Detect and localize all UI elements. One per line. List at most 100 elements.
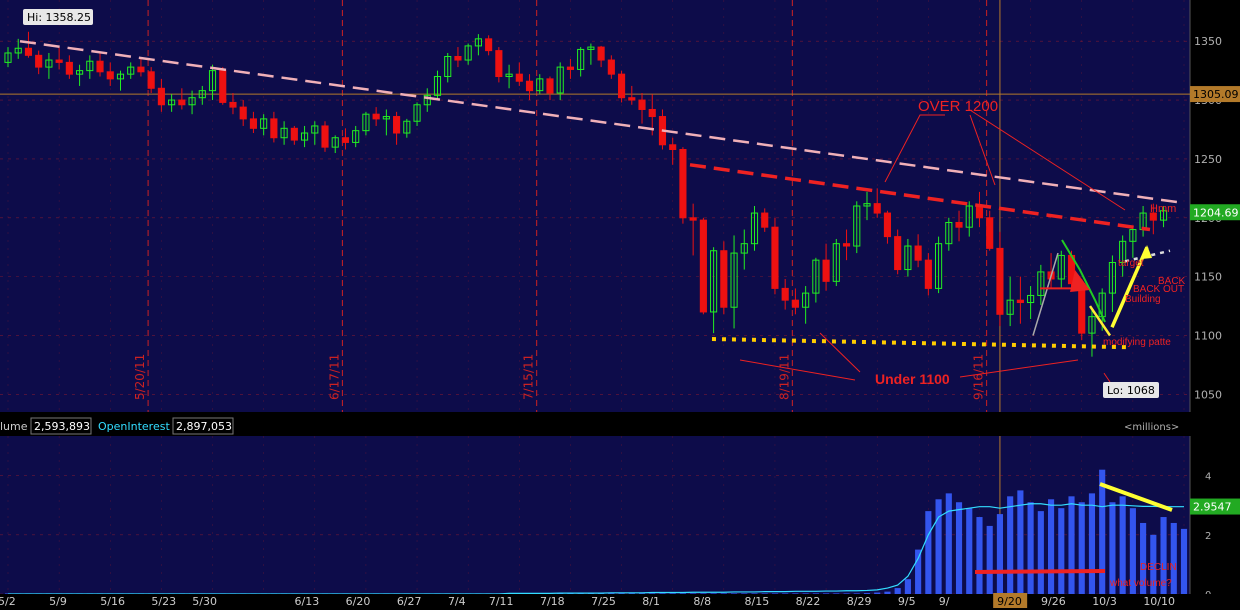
cross-value-label: 1305.09 <box>1193 88 1239 101</box>
candle-body <box>781 287 789 301</box>
price-tick-label: 1150 <box>1194 271 1222 284</box>
volume-bar <box>771 593 779 594</box>
candle-body <box>178 99 186 106</box>
candle-body <box>617 73 626 99</box>
candle-body <box>761 212 769 228</box>
chart-svg: 13501300125012001150110010505/20/116/17/… <box>0 0 1240 610</box>
volume-bar <box>1047 499 1055 594</box>
candle-body <box>147 71 155 89</box>
candle-body <box>393 116 401 134</box>
candle-body <box>607 59 615 75</box>
volume-bar <box>894 588 901 594</box>
volume-bar <box>802 593 809 594</box>
candle-body <box>924 259 932 289</box>
price-tick-label: 1100 <box>1194 329 1222 342</box>
candle-body <box>55 59 63 63</box>
volume-bar <box>700 593 707 594</box>
volume-bar <box>935 499 942 594</box>
candle-body <box>106 71 114 80</box>
x-tick-label: 5/9 <box>49 595 67 608</box>
candle-body <box>842 243 851 247</box>
annotation-building: Building <box>1125 294 1161 305</box>
price-tick-label: 1250 <box>1194 153 1222 166</box>
candle-body <box>515 73 523 82</box>
volume-bar <box>955 502 963 594</box>
x-tick-label: 6/20 <box>346 595 371 608</box>
volume-bar <box>628 593 635 594</box>
volume-bar <box>863 593 871 594</box>
x-tick-label: 9/5 <box>898 595 916 608</box>
candle-body <box>883 212 892 238</box>
volume-bar <box>659 593 666 594</box>
volume-bar <box>843 593 850 594</box>
candle-body <box>24 47 33 56</box>
volume-bar <box>1088 493 1096 594</box>
x-tick-label: 7/25 <box>591 595 616 608</box>
candle-body <box>96 60 104 73</box>
volume-bar <box>925 511 932 594</box>
volume-bar <box>679 593 686 594</box>
volume-bar <box>638 593 646 594</box>
candle-body <box>219 70 227 103</box>
candle-body <box>229 101 237 108</box>
x-tick-label: 7/11 <box>489 595 514 608</box>
candle-body <box>597 46 605 61</box>
x-tick-label: 5/23 <box>151 595 176 608</box>
annotation-modifying: modifying patte <box>1103 337 1171 348</box>
volume-bar <box>833 593 840 594</box>
volume-bar <box>608 593 615 594</box>
candle-body <box>986 217 994 249</box>
x-tick-label: 10/10 <box>1143 595 1175 608</box>
volume-bar <box>690 593 697 594</box>
volume-bar <box>792 593 799 594</box>
candle-body <box>270 118 278 139</box>
x-tick-label: 9/26 <box>1041 595 1066 608</box>
x-tick-label: 5/16 <box>100 595 125 608</box>
x-tick-label: 8/22 <box>796 595 821 608</box>
annotation-target: target <box>1118 258 1144 269</box>
annotation-over-1200: OVER 1200 <box>918 98 998 115</box>
month-date-label: 8/19/11 <box>777 354 791 400</box>
x-tick-label: 6/13 <box>295 595 320 608</box>
volume-tick-label: 2 <box>1205 531 1211 542</box>
month-date-label: 9/16/11 <box>972 354 986 400</box>
volume-bar <box>812 593 819 594</box>
candle-body <box>822 259 830 282</box>
volume-bar <box>1027 502 1034 594</box>
last-price-label: 1204.69 <box>1193 206 1239 219</box>
candle-body <box>157 87 165 106</box>
volume-bar <box>730 593 738 594</box>
candle-body <box>955 221 963 228</box>
open-interest-value: 2,897,053 <box>176 420 232 433</box>
volume-bar <box>720 593 727 594</box>
candle-body <box>771 226 779 289</box>
open-interest-header-label: OpenInterest <box>98 420 170 433</box>
volume-bar <box>649 593 656 594</box>
candle-body <box>35 54 43 68</box>
volume-bar <box>996 514 1003 594</box>
candle-body <box>699 219 707 313</box>
volume-bar <box>1068 496 1075 594</box>
volume-bar <box>710 593 717 594</box>
volume-bar <box>618 593 625 594</box>
candle-body <box>372 113 380 120</box>
x-axis-highlight-label: 9/20 <box>997 595 1022 608</box>
volume-bar <box>782 593 789 594</box>
volume-bar <box>1007 496 1014 594</box>
volume-bar <box>986 525 993 594</box>
volume-bar <box>1078 502 1085 594</box>
candle-body <box>1016 299 1024 304</box>
chart-window: 13501300125012001150110010505/20/116/17/… <box>0 0 1240 610</box>
candle-body <box>873 203 881 214</box>
candle-body <box>321 125 329 148</box>
candle-body <box>454 56 462 61</box>
volume-bar <box>853 593 860 594</box>
volume-value: 2,593,893 <box>34 420 90 433</box>
x-tick-label: 7/18 <box>540 595 565 608</box>
x-tick-label: 6/27 <box>397 595 422 608</box>
x-tick-label: 8/15 <box>745 595 770 608</box>
volume-bar <box>945 493 952 594</box>
candle-body <box>679 148 687 219</box>
x-tick-label: 7/4 <box>448 595 466 608</box>
volume-bar <box>966 508 973 594</box>
